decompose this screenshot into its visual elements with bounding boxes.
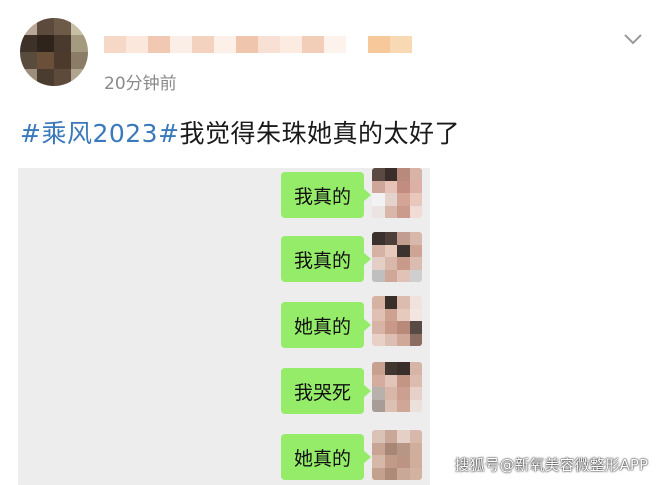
chat-bubble: 她真的 — [280, 302, 372, 348]
chat-avatar — [372, 430, 422, 480]
chat-screenshot-image: 我真的 我真的 她真的 我哭死 她真的 — [18, 168, 430, 485]
chat-avatar — [372, 362, 422, 412]
hashtag-link[interactable]: #乘风2023# — [20, 119, 180, 148]
chat-bubble: 我真的 — [280, 172, 372, 218]
chat-avatar — [372, 168, 422, 218]
chevron-down-icon[interactable] — [622, 30, 644, 48]
post-body: 我觉得朱珠她真的太好了 — [179, 119, 461, 148]
chat-bubble: 我哭死 — [280, 368, 372, 414]
user-avatar[interactable] — [20, 18, 88, 86]
chat-bubble: 她真的 — [280, 434, 372, 480]
watermark-text: 搜狐号@新氧美容微整形APP — [454, 456, 648, 474]
username-pixelated[interactable] — [104, 36, 412, 53]
chat-bubble: 我真的 — [280, 236, 372, 282]
chat-avatar — [372, 296, 422, 346]
post-text: #乘风2023#我觉得朱珠她真的太好了 — [20, 114, 460, 150]
chat-avatar — [372, 232, 422, 282]
post-timestamp: 20分钟前 — [104, 74, 177, 94]
